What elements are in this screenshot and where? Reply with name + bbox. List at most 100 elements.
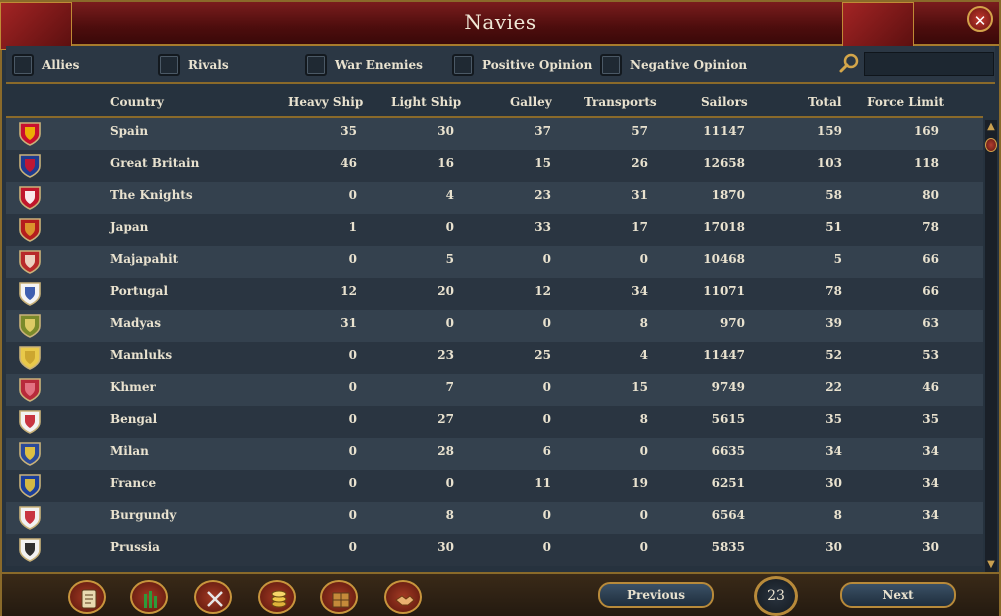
filter-negative-opinion[interactable]: Negative Opinion — [600, 52, 747, 78]
country-name: Great Britain — [110, 156, 200, 170]
cell-force-limit: 169 — [913, 124, 939, 138]
cell-sailors: 10468 — [703, 252, 745, 266]
column-header-sailors[interactable]: Sailors — [701, 95, 748, 109]
handshake-icon — [395, 595, 415, 606]
economy-button[interactable] — [258, 580, 296, 614]
table-row[interactable]: Prussia 0 30 0 0 5835 30 30 — [6, 534, 983, 566]
next-page-button[interactable]: Next — [840, 582, 956, 608]
navies-table-body: Spain 35 30 37 57 11147 159 169 Great Britain 46 1… — [6, 118, 983, 566]
country-shield-icon — [19, 314, 41, 338]
crate-icon — [332, 592, 350, 608]
trade-button[interactable] — [320, 580, 358, 614]
cell-force-limit: 118 — [913, 156, 939, 170]
cell-sailors: 6251 — [711, 476, 745, 490]
filter-checkbox[interactable] — [305, 54, 327, 76]
cell-sailors: 1870 — [711, 188, 745, 202]
cell-total: 8 — [833, 508, 842, 522]
filter-war-enemies[interactable]: War Enemies — [305, 52, 423, 78]
country-name: Japan — [110, 220, 149, 234]
column-header-galley[interactable]: Galley — [510, 95, 552, 109]
cell-force-limit: 63 — [922, 316, 939, 330]
country-name: Prussia — [110, 540, 160, 554]
filter-checkbox[interactable] — [452, 54, 474, 76]
scrollbar[interactable]: ▲ ▼ — [985, 120, 997, 572]
table-row[interactable]: Bengal 0 27 0 8 5615 35 35 — [6, 406, 983, 438]
table-row[interactable]: France 0 0 11 19 6251 30 34 — [6, 470, 983, 502]
cell-light: 30 — [437, 124, 454, 138]
cell-galley: 0 — [542, 252, 551, 266]
filter-label: Allies — [42, 58, 80, 72]
table-row[interactable]: Great Britain 46 16 15 26 12658 103 118 — [6, 150, 983, 182]
military-button[interactable] — [194, 580, 232, 614]
cell-galley: 0 — [542, 412, 551, 426]
filter-allies[interactable]: Allies — [12, 52, 79, 78]
magnifier-icon[interactable] — [838, 52, 860, 74]
column-header-heavy-ship[interactable]: Heavy Ship — [288, 95, 363, 109]
cell-force-limit: 34 — [922, 476, 939, 490]
table-row[interactable]: Japan 1 0 33 17 17018 51 78 — [6, 214, 983, 246]
cell-transports: 8 — [639, 412, 648, 426]
cell-galley: 25 — [534, 348, 551, 362]
table-row[interactable]: Milan 0 28 6 0 6635 34 34 — [6, 438, 983, 470]
table-header: Country Heavy Ship Light Ship Galley Tra… — [6, 88, 983, 118]
ledger-button[interactable] — [68, 580, 106, 614]
cell-light: 0 — [445, 316, 454, 330]
filter-rivals[interactable]: Rivals — [158, 52, 229, 78]
cell-force-limit: 53 — [922, 348, 939, 362]
filter-checkbox[interactable] — [600, 54, 622, 76]
cell-sailors: 9749 — [711, 380, 745, 394]
previous-page-button[interactable]: Previous — [598, 582, 714, 608]
cell-heavy: 0 — [348, 348, 357, 362]
cell-total: 159 — [816, 124, 842, 138]
table-row[interactable]: Portugal 12 20 12 34 11071 78 66 — [6, 278, 983, 310]
scroll-thumb[interactable] — [985, 138, 997, 152]
filter-positive-opinion[interactable]: Positive Opinion — [452, 52, 592, 78]
close-button[interactable]: ✕ — [967, 6, 993, 32]
cell-total: 34 — [825, 444, 842, 458]
cell-heavy: 46 — [340, 156, 357, 170]
filter-label: Negative Opinion — [630, 58, 748, 72]
cell-sailors: 11147 — [703, 124, 745, 138]
cell-light: 5 — [445, 252, 454, 266]
cell-galley: 23 — [534, 188, 551, 202]
filter-checkbox[interactable] — [158, 54, 180, 76]
diplomacy-button[interactable] — [384, 580, 422, 614]
table-row[interactable]: Burgundy 0 8 0 0 6564 8 34 — [6, 502, 983, 534]
cell-light: 8 — [445, 508, 454, 522]
country-shield-icon — [19, 474, 41, 498]
cell-light: 20 — [437, 284, 454, 298]
army-button[interactable] — [130, 580, 168, 614]
cell-light: 28 — [437, 444, 454, 458]
column-header-total[interactable]: Total — [808, 95, 841, 109]
scroll-up-arrow-icon[interactable]: ▲ — [985, 120, 997, 134]
cell-sailors: 6635 — [711, 444, 745, 458]
country-shield-icon — [19, 442, 41, 466]
table-row[interactable]: The Knights 0 4 23 31 1870 58 80 — [6, 182, 983, 214]
table-row[interactable]: Spain 35 30 37 57 11147 159 169 — [6, 118, 983, 150]
cell-heavy: 0 — [348, 476, 357, 490]
table-row[interactable]: Majapahit 0 5 0 0 10468 5 66 — [6, 246, 983, 278]
country-shield-icon — [19, 346, 41, 370]
cell-total: 35 — [825, 412, 842, 426]
column-header-light-ship[interactable]: Light Ship — [391, 95, 461, 109]
cell-light: 0 — [445, 220, 454, 234]
column-header-force-limit[interactable]: Force Limit — [867, 95, 944, 109]
country-name: The Knights — [110, 188, 193, 202]
table-row[interactable]: Mamluks 0 23 25 4 11447 52 53 — [6, 342, 983, 374]
filter-checkbox[interactable] — [12, 54, 34, 76]
cell-light: 0 — [445, 476, 454, 490]
column-header-country[interactable]: Country — [110, 95, 164, 109]
cell-force-limit: 66 — [922, 284, 939, 298]
cell-sailors: 5835 — [711, 540, 745, 554]
scroll-down-arrow-icon[interactable]: ▼ — [985, 558, 997, 572]
table-row[interactable]: Madyas 31 0 0 8 970 39 63 — [6, 310, 983, 342]
cell-sailors: 6564 — [711, 508, 745, 522]
scroll-icon — [81, 589, 97, 609]
table-row[interactable]: Khmer 0 7 0 15 9749 22 46 — [6, 374, 983, 406]
country-shield-icon — [19, 250, 41, 274]
search-input[interactable] — [864, 52, 994, 76]
country-shield-icon — [19, 122, 41, 146]
close-icon: ✕ — [973, 12, 987, 30]
column-header-transports[interactable]: Transports — [584, 95, 657, 109]
cell-galley: 0 — [542, 380, 551, 394]
